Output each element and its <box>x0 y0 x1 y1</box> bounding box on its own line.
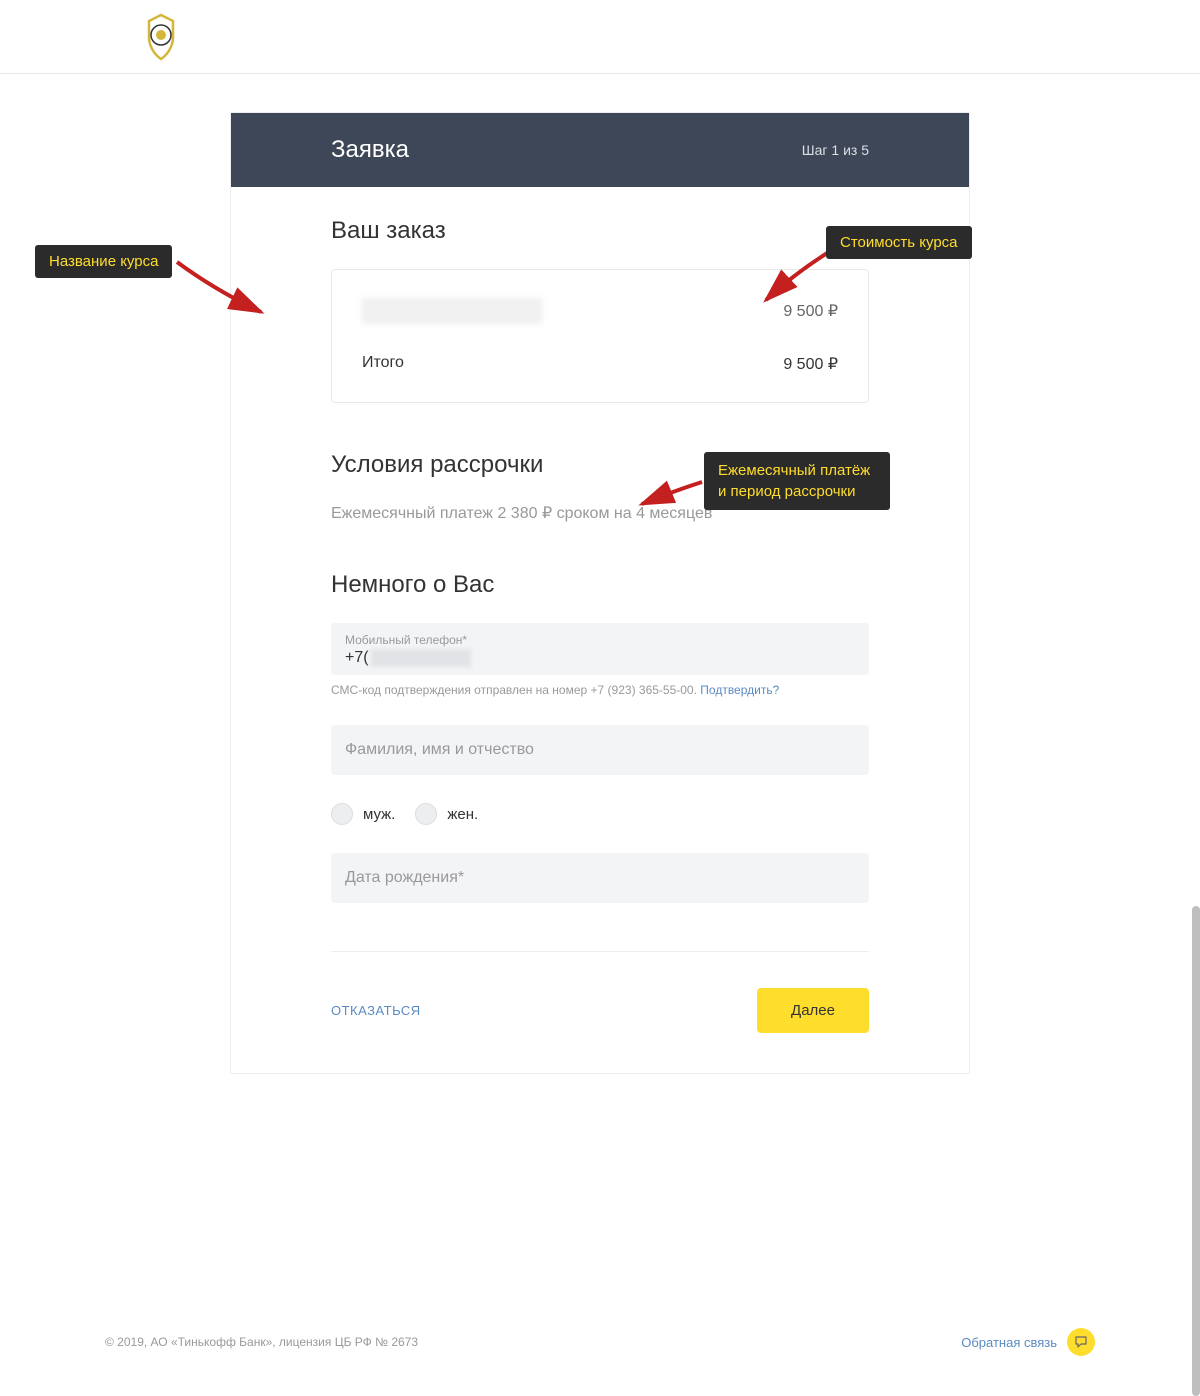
action-divider <box>331 951 869 952</box>
order-total-row: Итого 9 500 ₽ <box>362 354 838 374</box>
card-title: Заявка <box>331 136 409 164</box>
phone-label: Мобильный телефон* <box>345 633 855 647</box>
card-header: Заявка Шаг 1 из 5 <box>231 113 969 187</box>
chat-icon <box>1067 1328 1095 1356</box>
order-item-row: 9 500 ₽ <box>362 298 838 324</box>
order-item-name-blurred <box>362 298 542 324</box>
phone-prefix: +7( <box>345 649 369 667</box>
order-total-value: 9 500 ₽ <box>783 354 838 374</box>
next-button[interactable]: Далее <box>757 988 869 1033</box>
order-total-label: Итого <box>362 354 404 374</box>
gender-female-option[interactable]: жен. <box>415 803 478 825</box>
callout-course-price: Стоимость курса <box>826 226 972 259</box>
order-item-price: 9 500 ₽ <box>783 301 838 321</box>
callout-course-name: Название курса <box>35 245 172 278</box>
order-title: Ваш заказ <box>331 217 869 245</box>
decline-link[interactable]: ОТКАЗАТЬСЯ <box>331 1003 421 1018</box>
action-row: ОТКАЗАТЬСЯ Далее <box>331 988 869 1033</box>
scrollbar-track[interactable] <box>1190 0 1200 1396</box>
radio-icon <box>331 803 353 825</box>
sms-hint-text: СМС-код подтверждения отправлен на номер… <box>331 683 700 697</box>
card-body: Ваш заказ 9 500 ₽ Итого 9 500 ₽ Условия … <box>231 187 969 1073</box>
sms-confirm-link[interactable]: Подтвердить? <box>700 683 779 697</box>
footer: © 2019, АО «Тинькофф Банк», лицензия ЦБ … <box>0 1328 1200 1356</box>
about-title: Немного о Вас <box>331 571 869 599</box>
radio-icon <box>415 803 437 825</box>
logo-icon <box>135 11 187 63</box>
feedback-text: Обратная связь <box>961 1335 1057 1350</box>
scrollbar-thumb[interactable] <box>1192 906 1200 1396</box>
gender-male-option[interactable]: муж. <box>331 803 395 825</box>
phone-value: +7( <box>345 649 855 667</box>
feedback-link[interactable]: Обратная связь <box>961 1328 1095 1356</box>
dob-input[interactable]: Дата рождения* <box>331 853 869 903</box>
step-indicator: Шаг 1 из 5 <box>802 142 869 158</box>
gender-radio-group: муж. жен. <box>331 803 869 825</box>
copyright: © 2019, АО «Тинькофф Банк», лицензия ЦБ … <box>105 1335 418 1349</box>
order-box: 9 500 ₽ Итого 9 500 ₽ <box>331 269 869 403</box>
about-section: Немного о Вас Мобильный телефон* +7( СМС… <box>331 571 869 903</box>
header-bar <box>0 0 1200 74</box>
phone-blurred <box>371 649 471 667</box>
gender-female-label: жен. <box>447 806 478 823</box>
callout-monthly-payment: Ежемесячный платёж и период рассрочки <box>704 452 890 510</box>
fio-input[interactable]: Фамилия, имя и отчество <box>331 725 869 775</box>
gender-male-label: муж. <box>363 806 395 823</box>
sms-hint: СМС-код подтверждения отправлен на номер… <box>331 683 869 697</box>
phone-input[interactable]: Мобильный телефон* +7( <box>331 623 869 675</box>
